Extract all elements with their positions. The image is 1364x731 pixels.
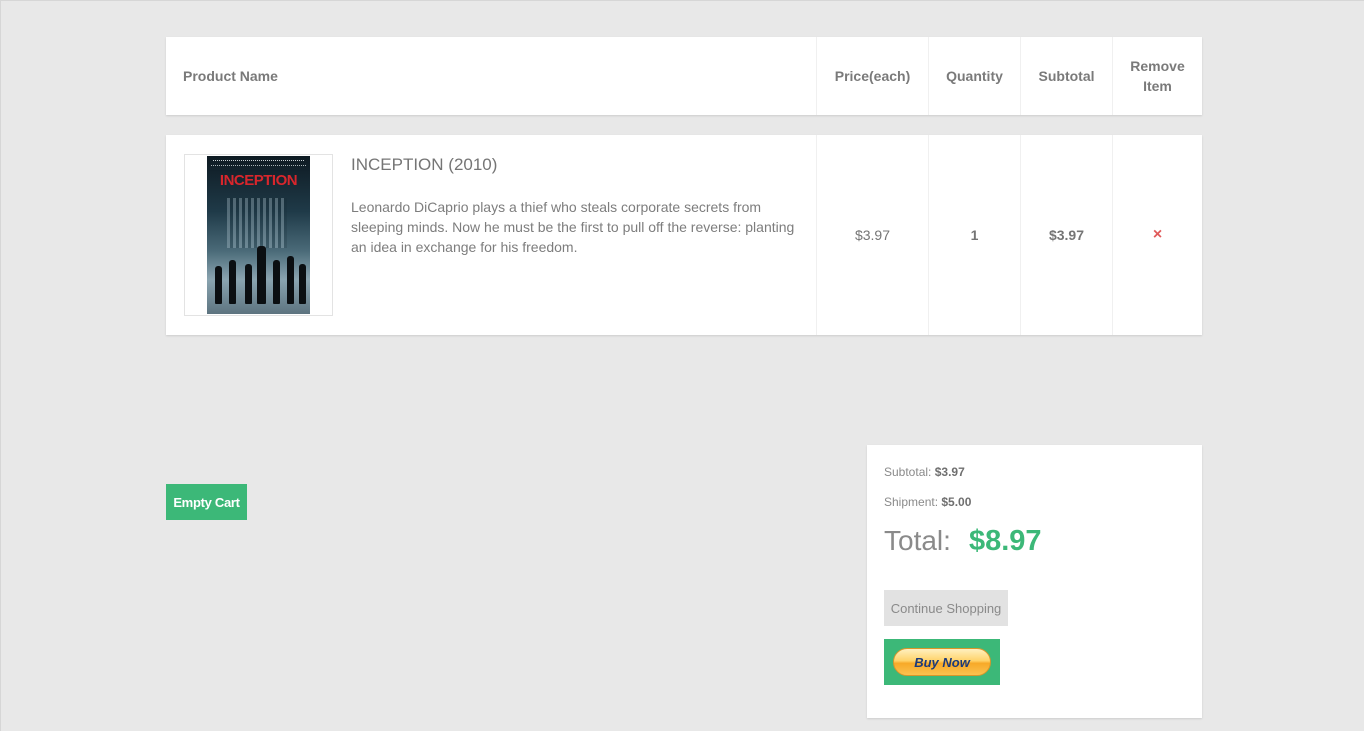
- remove-item-cell: ×: [1112, 135, 1202, 335]
- summary-subtotal-label: Subtotal:: [884, 465, 932, 479]
- item-subtotal: $3.97: [1020, 135, 1112, 335]
- summary-total-value: $8.97: [968, 525, 1042, 557]
- header-remove-item-label: Remove Item: [1130, 58, 1185, 94]
- summary-shipment-label: Shipment:: [884, 495, 939, 509]
- cart-item-row: INCEPTION INCEPTION (2010) Leonardo DiCa…: [166, 135, 1202, 335]
- buy-now-button[interactable]: Buy Now: [893, 648, 991, 676]
- summary-subtotal-value: $3.97: [934, 465, 965, 479]
- summary-total-label: Total:: [884, 525, 951, 556]
- header-subtotal: Subtotal: [1020, 37, 1112, 115]
- buy-now-container: Buy Now: [884, 639, 1000, 685]
- summary-total: Total: $8.97: [884, 525, 1042, 558]
- product-description: Leonardo DiCaprio plays a thief who stea…: [351, 199, 795, 255]
- inception-poster-image: INCEPTION: [207, 156, 310, 314]
- header-price-each: Price(each): [816, 37, 928, 115]
- product-title[interactable]: INCEPTION (2010): [351, 155, 497, 175]
- header-quantity: Quantity: [928, 37, 1020, 115]
- summary-subtotal: Subtotal: $3.97: [884, 465, 965, 479]
- item-price: $3.97: [816, 135, 928, 335]
- header-remove-item: Remove Item: [1112, 37, 1202, 115]
- item-quantity: 1: [928, 135, 1020, 335]
- product-thumbnail[interactable]: INCEPTION: [184, 154, 333, 316]
- cart-table-header: Product Name Price(each) Quantity Subtot…: [166, 37, 1202, 115]
- header-product-name: Product Name: [183, 68, 278, 84]
- close-icon[interactable]: ×: [1153, 226, 1162, 244]
- poster-title: INCEPTION: [219, 172, 298, 189]
- order-summary: Subtotal: $3.97 Shipment: $5.00 Total: $…: [867, 445, 1202, 718]
- summary-shipment-value: $5.00: [941, 495, 972, 509]
- summary-shipment: Shipment: $5.00: [884, 495, 971, 509]
- continue-shopping-button[interactable]: Continue Shopping: [884, 590, 1008, 626]
- empty-cart-button[interactable]: Empty Cart: [166, 484, 247, 520]
